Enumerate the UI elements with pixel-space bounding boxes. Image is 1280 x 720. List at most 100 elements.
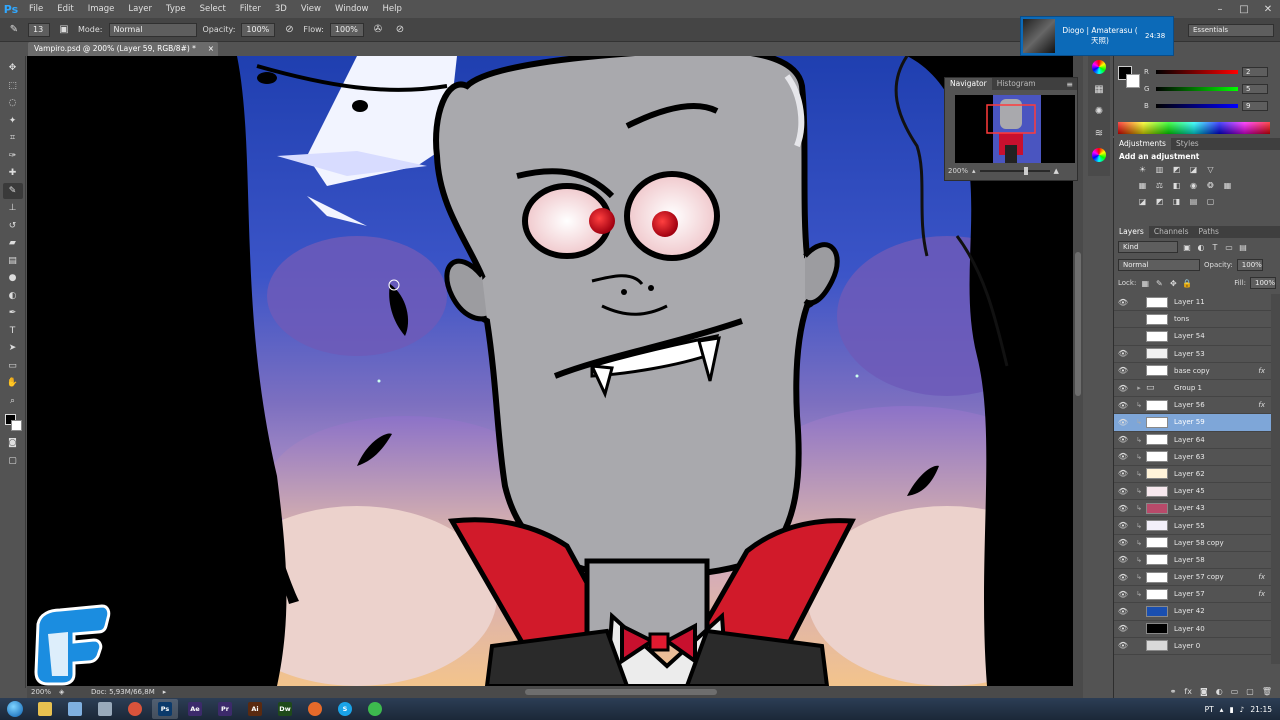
- pen-tool-icon[interactable]: ✒: [3, 305, 23, 322]
- exposure-icon[interactable]: ◪: [1187, 163, 1200, 176]
- layer-effects-icon[interactable]: fx: [1258, 590, 1265, 598]
- taskbar-chrome-icon[interactable]: [122, 699, 148, 719]
- brushes-panel-icon[interactable]: ≋: [1090, 125, 1108, 141]
- gradient-tool-icon[interactable]: ▤: [3, 253, 23, 270]
- layer-row[interactable]: 👁 ↳ Layer 56 fx: [1114, 397, 1271, 415]
- posterize-icon[interactable]: ◩: [1153, 195, 1166, 208]
- tab-layers[interactable]: Layers: [1114, 226, 1149, 238]
- curves-icon[interactable]: ◩: [1170, 163, 1183, 176]
- menu-view[interactable]: View: [294, 0, 328, 18]
- layer-row[interactable]: 👁 ↳ Layer 63: [1114, 449, 1271, 466]
- visibility-eye-icon[interactable]: 👁: [1114, 366, 1132, 375]
- vertical-scroll-thumb[interactable]: [1075, 252, 1081, 396]
- visibility-eye-icon[interactable]: 👁: [1114, 469, 1132, 478]
- layer-row[interactable]: 👁 ↳ Layer 58 copy: [1114, 535, 1271, 552]
- visibility-eye-icon[interactable]: 👁: [1114, 538, 1132, 547]
- link-layers-icon[interactable]: ⚭: [1170, 687, 1177, 696]
- filter-adjustment-icon[interactable]: ◐: [1196, 243, 1206, 252]
- tab-styles[interactable]: Styles: [1171, 138, 1204, 150]
- layer-row[interactable]: 👁 ▸ ▭ Group 1: [1114, 380, 1271, 398]
- taskbar-notepad-icon[interactable]: [62, 699, 88, 719]
- network-icon[interactable]: ▮: [1229, 705, 1233, 714]
- color-balance-icon[interactable]: ⚖: [1153, 179, 1166, 192]
- minimize-icon[interactable]: –: [1208, 0, 1232, 18]
- eyedropper-tool-icon[interactable]: ✑: [3, 148, 23, 165]
- layer-effects-icon[interactable]: fx: [1258, 367, 1265, 375]
- opacity-field[interactable]: 100%: [241, 22, 276, 37]
- menu-3d[interactable]: 3D: [268, 0, 294, 18]
- layer-style-icon[interactable]: fx: [1184, 687, 1192, 696]
- taskbar-tool-icon[interactable]: [92, 699, 118, 719]
- vibrance-icon[interactable]: ▽: [1204, 163, 1217, 176]
- move-tool-icon[interactable]: ✥: [3, 60, 23, 77]
- taskbar-skype-icon[interactable]: S: [332, 699, 358, 719]
- layer-row[interactable]: 👁 ↳ Layer 62: [1114, 466, 1271, 484]
- new-adjustment-icon[interactable]: ◐: [1216, 687, 1223, 696]
- doc-size[interactable]: Doc: 5,93M/66,8M: [91, 688, 155, 696]
- hand-tool-icon[interactable]: ✋: [3, 375, 23, 392]
- brush-preset-icon[interactable]: ✎: [6, 22, 22, 38]
- layer-row[interactable]: 👁 Layer 40: [1114, 621, 1271, 638]
- layer-row[interactable]: 👁 ↳ Layer 55: [1114, 517, 1271, 535]
- lock-transparency-icon[interactable]: ▦: [1140, 279, 1150, 288]
- navigator-zoom[interactable]: 200%: [948, 167, 968, 175]
- visibility-eye-icon[interactable]: 👁: [1114, 624, 1132, 633]
- tab-paths[interactable]: Paths: [1194, 226, 1224, 238]
- levels-icon[interactable]: ▥: [1153, 163, 1166, 176]
- tab-navigator[interactable]: Navigator: [945, 78, 992, 90]
- color-lookup-icon[interactable]: ▦: [1221, 179, 1234, 192]
- mode-dropdown[interactable]: Normal: [108, 22, 197, 37]
- layer-opacity-field[interactable]: 100%: [1236, 259, 1263, 271]
- visibility-eye-icon[interactable]: 👁: [1114, 573, 1132, 582]
- filter-pixel-icon[interactable]: ▣: [1182, 243, 1192, 252]
- media-notification[interactable]: Diogo | Amaterasu ( 天照) 24:38: [1020, 16, 1174, 56]
- zoom-in-icon[interactable]: ▲: [1054, 167, 1059, 175]
- visibility-eye-icon[interactable]: 👁: [1114, 401, 1132, 410]
- menu-select[interactable]: Select: [193, 0, 233, 18]
- hue-saturation-icon[interactable]: ▦: [1136, 179, 1149, 192]
- taskbar-dreamweaver-icon[interactable]: Dw: [272, 699, 298, 719]
- horizontal-scroll-thumb[interactable]: [525, 689, 717, 695]
- screen-mode-icon[interactable]: ▢: [3, 453, 23, 470]
- channel-slider[interactable]: [1156, 87, 1238, 91]
- visibility-eye-icon[interactable]: 👁: [1114, 555, 1132, 564]
- kuler-icon[interactable]: [1090, 147, 1108, 163]
- visibility-eye-icon[interactable]: 👁: [1114, 435, 1132, 444]
- background-color[interactable]: [10, 420, 22, 431]
- invert-icon[interactable]: ◪: [1136, 195, 1149, 208]
- color-chips[interactable]: [1118, 66, 1142, 90]
- clock[interactable]: 21:15: [1250, 705, 1272, 714]
- taskbar-aftereffects-icon[interactable]: Ae: [182, 699, 208, 719]
- visibility-eye-icon[interactable]: 👁: [1114, 607, 1132, 616]
- layer-row[interactable]: 👁 ↳ Layer 57 copy fx: [1114, 569, 1271, 587]
- workspace-dropdown[interactable]: Essentials: [1188, 24, 1274, 37]
- tray-arrow-icon[interactable]: ▴: [1220, 705, 1224, 714]
- layer-row[interactable]: 👁 ↳ Layer 58: [1114, 552, 1271, 569]
- new-group-icon[interactable]: ▭: [1231, 687, 1239, 696]
- channel-slider[interactable]: [1156, 70, 1238, 74]
- layer-row[interactable]: 👁 ↳ Layer 45: [1114, 483, 1271, 501]
- layer-row[interactable]: 👁 ↳ Layer 64: [1114, 432, 1271, 449]
- new-layer-icon[interactable]: ▢: [1246, 687, 1254, 696]
- color-spectrum[interactable]: [1118, 122, 1270, 134]
- layers-scrollbar[interactable]: [1271, 294, 1280, 664]
- navigator-zoom-slider[interactable]: [979, 167, 1050, 175]
- quick-select-tool-icon[interactable]: ✦: [3, 113, 23, 130]
- pressure-size-icon[interactable]: ⊘: [392, 22, 408, 38]
- close-tab-icon[interactable]: ×: [208, 42, 214, 56]
- group-expand-icon[interactable]: ▸: [1132, 384, 1146, 392]
- delete-layer-icon[interactable]: 🗑: [1262, 687, 1272, 696]
- taskbar-spotify-icon[interactable]: [362, 699, 388, 719]
- layer-row[interactable]: 👁 base copy fx: [1114, 363, 1271, 380]
- eraser-tool-icon[interactable]: ▰: [3, 235, 23, 252]
- menu-image[interactable]: Image: [81, 0, 122, 18]
- maximize-icon[interactable]: □: [1232, 0, 1256, 18]
- lock-all-icon[interactable]: 🔒: [1182, 279, 1192, 288]
- channel-value[interactable]: 9: [1242, 101, 1268, 111]
- status-arrow-icon[interactable]: ▸: [163, 688, 167, 696]
- type-tool-icon[interactable]: T: [3, 323, 23, 340]
- layer-row[interactable]: 👁 Layer 0: [1114, 638, 1271, 655]
- menu-file[interactable]: File: [22, 0, 50, 18]
- photoshop-logo[interactable]: Ps: [0, 0, 22, 18]
- filter-type-icon[interactable]: T: [1210, 243, 1220, 252]
